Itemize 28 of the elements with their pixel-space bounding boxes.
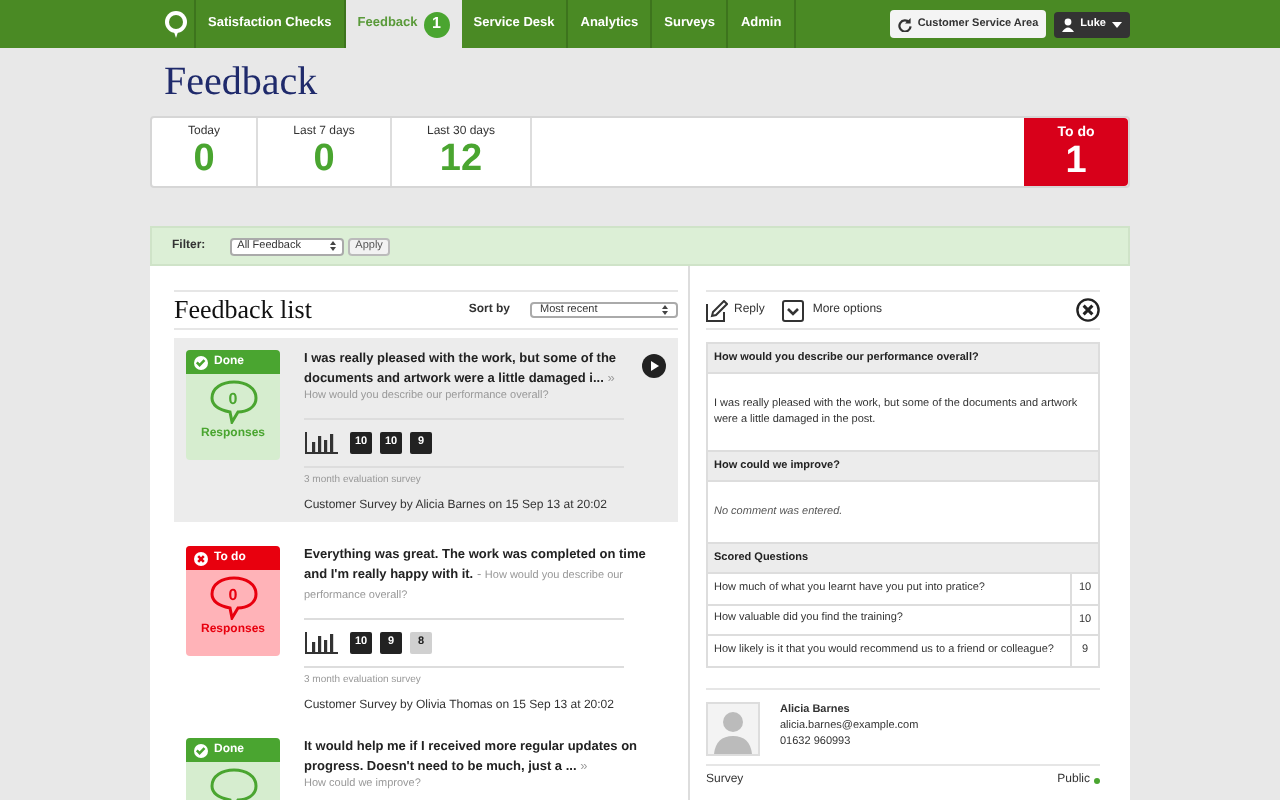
avatar-silhouette-icon: [706, 701, 760, 755]
updown-caret-icon: [329, 240, 336, 252]
response-count: 0: [228, 584, 238, 608]
bar-chart-icon: [304, 431, 338, 453]
status-icon: [194, 355, 208, 369]
refresh-icon: [897, 17, 912, 31]
stat-value: 0: [193, 140, 215, 180]
stat-value: 0: [313, 140, 335, 180]
close-icon[interactable]: [1076, 298, 1100, 322]
feedback-item[interactable]: [174, 338, 678, 522]
stat-value: 12: [439, 140, 483, 180]
chevron-down-icon: [782, 299, 805, 321]
page-title: Feedback: [162, 58, 320, 108]
status-icon: [194, 743, 208, 757]
bar-chart-icon: [304, 631, 338, 653]
speech-bubble-logo-icon: [163, 10, 187, 38]
updown-caret-icon: [662, 304, 668, 316]
response-count: 0: [228, 388, 238, 412]
speech-bubble-icon: [209, 380, 257, 424]
play-icon[interactable]: [642, 354, 666, 378]
caret-icon: [1112, 21, 1122, 27]
person-icon: [1062, 17, 1075, 31]
status-icon: [194, 551, 208, 565]
pencil-icon: [706, 299, 728, 321]
list-title: Feedback list: [174, 292, 314, 329]
speech-bubble-icon: [209, 576, 257, 620]
count-badge: 1: [423, 11, 450, 37]
speech-bubble-icon: [209, 768, 257, 800]
